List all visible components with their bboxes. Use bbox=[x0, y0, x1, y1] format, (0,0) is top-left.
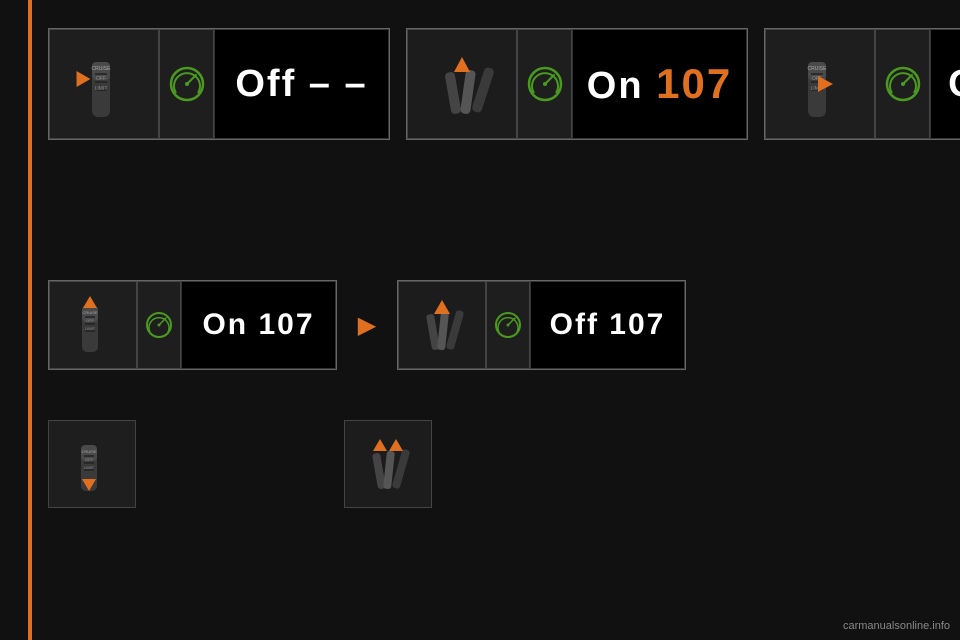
arrow-right-divider: ▶ bbox=[353, 281, 381, 369]
row1: CRUISE OFF LIMIT Off – – bbox=[48, 28, 960, 140]
stalk-icon-r3-1: CRUISE OFF LIMIT bbox=[57, 429, 127, 499]
finger-icon-r2 bbox=[407, 290, 477, 360]
svg-text:OFF: OFF bbox=[86, 318, 95, 323]
gauge-icon-1 bbox=[168, 65, 206, 103]
gauge-icon-2 bbox=[526, 65, 564, 103]
gauge-panel-3 bbox=[875, 29, 930, 139]
stalk-icon-r2-1: CRUISE OFF LIMIT bbox=[58, 290, 128, 360]
gauge-panel-r2-2 bbox=[486, 281, 530, 369]
finger-icon-1 bbox=[420, 42, 505, 127]
gauge-icon-r2-1 bbox=[144, 310, 174, 340]
gauge-icon-3 bbox=[884, 65, 922, 103]
gauge-icon-r2-2 bbox=[493, 310, 523, 340]
svg-text:CRUISE: CRUISE bbox=[82, 310, 97, 315]
stalk-panel-r2-1: CRUISE OFF LIMIT bbox=[49, 281, 137, 369]
display-text-r2-on107: On 107 bbox=[202, 308, 314, 342]
display-text-r2-off107: Off 107 bbox=[550, 308, 666, 342]
row3: CRUISE OFF LIMIT bbox=[48, 420, 432, 508]
finger-icon-r3 bbox=[353, 429, 423, 499]
svg-text:CRUISE: CRUISE bbox=[91, 66, 111, 72]
finger-panel-1 bbox=[407, 29, 517, 139]
row2: CRUISE OFF LIMIT On 107 bbox=[48, 280, 686, 370]
page-container: CRUISE OFF LIMIT Off – – bbox=[0, 0, 960, 640]
display-panel-r2-on107: On 107 bbox=[181, 281, 336, 369]
display-text-on107: On 107 bbox=[587, 60, 732, 108]
svg-text:CRUISE: CRUISE bbox=[81, 449, 96, 454]
finger-panel-r2-2 bbox=[398, 281, 486, 369]
stalk-panel-r3-1: CRUISE OFF LIMIT bbox=[48, 420, 136, 508]
group2-row1: On 107 bbox=[406, 28, 748, 140]
left-border-decoration bbox=[28, 0, 32, 640]
svg-text:OFF: OFF bbox=[85, 457, 94, 462]
display-text-on107-2: On 107 bbox=[948, 63, 960, 106]
display-panel-r2-off107: Off 107 bbox=[530, 281, 685, 369]
finger-panel-r3-2 bbox=[344, 420, 432, 508]
display-text-off: Off – – bbox=[235, 63, 367, 106]
stalk-panel-1: CRUISE OFF LIMIT bbox=[49, 29, 159, 139]
display-panel-off: Off – – bbox=[214, 29, 389, 139]
stalk-panel-3: CRUISE OFF LIMIT bbox=[765, 29, 875, 139]
gauge-panel-2 bbox=[517, 29, 572, 139]
svg-text:LIMIT: LIMIT bbox=[84, 465, 95, 470]
svg-text:OFF: OFF bbox=[96, 76, 106, 82]
watermark: carmanualsonline.info bbox=[843, 620, 950, 632]
display-panel-on107-2: On 107 bbox=[930, 29, 960, 139]
display-panel-on107-highlight: On 107 bbox=[572, 29, 747, 139]
group2-row2: Off 107 bbox=[397, 280, 686, 370]
svg-text:LIMIT: LIMIT bbox=[94, 86, 107, 92]
group1-row1: CRUISE OFF LIMIT Off – – bbox=[48, 28, 390, 140]
group3-row1: CRUISE OFF LIMIT On 107 bbox=[764, 28, 960, 140]
stalk-icon-1: CRUISE OFF LIMIT bbox=[62, 42, 147, 127]
gauge-panel-1 bbox=[159, 29, 214, 139]
group1-row2: CRUISE OFF LIMIT On 107 bbox=[48, 280, 337, 370]
svg-text:LIMIT: LIMIT bbox=[85, 326, 96, 331]
stalk-icon-3: CRUISE OFF LIMIT bbox=[778, 42, 863, 127]
svg-text:CRUISE: CRUISE bbox=[807, 66, 827, 72]
gauge-panel-r2-1 bbox=[137, 281, 181, 369]
